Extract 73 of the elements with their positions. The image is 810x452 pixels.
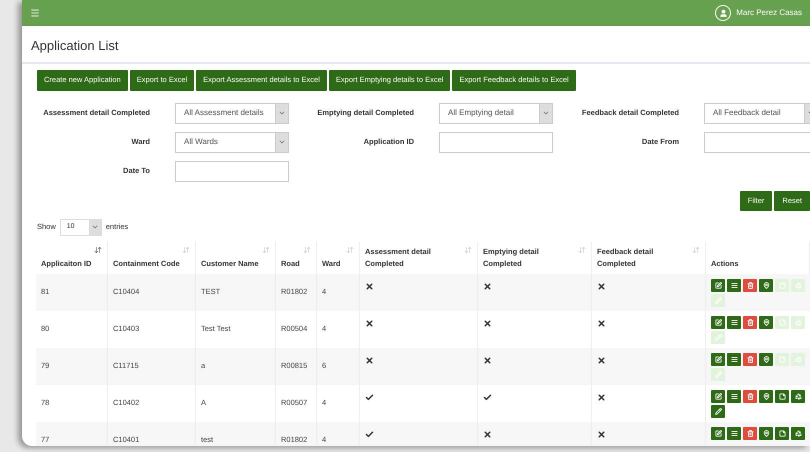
map-button[interactable] [759, 316, 773, 328]
edit-button[interactable] [711, 390, 725, 402]
trash-icon [746, 392, 754, 400]
dropdown[interactable]: All Assessment details [175, 102, 289, 124]
trash-icon [746, 318, 754, 326]
dropdown[interactable]: All Wards [175, 132, 289, 152]
list-icon [730, 282, 738, 288]
list-icon [730, 318, 738, 326]
note-icon [778, 318, 786, 326]
note-button[interactable] [775, 390, 789, 402]
pencil-button[interactable] [711, 404, 725, 418]
page-title: Application List [31, 37, 120, 55]
map-button[interactable] [759, 278, 773, 292]
edit-button[interactable] [711, 352, 725, 366]
delete-button[interactable] [743, 278, 757, 292]
user-avatar-icon[interactable] [715, 5, 732, 21]
note-icon [778, 356, 786, 362]
details-button[interactable] [727, 352, 741, 366]
recycle-icon [794, 318, 802, 326]
input-field[interactable] [175, 160, 289, 182]
recycle-icon [794, 282, 802, 288]
map-pin-icon [762, 392, 770, 400]
note-icon [778, 282, 786, 288]
dropdown[interactable]: All Feedback detail [704, 102, 810, 124]
map-button[interactable] [759, 352, 773, 366]
input-field[interactable] [704, 132, 810, 152]
chevron-down-icon [90, 223, 99, 231]
map-pin-icon [762, 282, 770, 288]
list-icon [730, 392, 738, 400]
pencil-icon [714, 370, 722, 378]
note-button[interactable] [775, 426, 789, 440]
delete-button[interactable] [743, 352, 757, 366]
map-button[interactable] [759, 390, 773, 402]
edit-icon [714, 392, 722, 400]
chevron-down-icon [278, 138, 286, 146]
chevron-down-icon [542, 109, 550, 117]
trash-icon [746, 282, 754, 288]
map-button[interactable] [759, 426, 773, 440]
input-field[interactable] [439, 132, 553, 152]
pencil-icon [714, 296, 722, 304]
trash-icon [746, 430, 754, 436]
recycle-icon [794, 392, 802, 400]
list-icon [730, 356, 738, 362]
list-icon [730, 430, 738, 436]
pencil-icon [714, 334, 722, 340]
edit-icon [714, 430, 722, 436]
recycle-icon [794, 430, 802, 436]
delete-button[interactable] [743, 316, 757, 328]
dropdown[interactable]: All Emptying detail [439, 102, 553, 124]
map-pin-icon [762, 430, 770, 436]
edit-button[interactable] [711, 316, 725, 328]
details-button[interactable] [727, 316, 741, 328]
edit-icon [714, 356, 722, 362]
chevron-down-icon [278, 109, 286, 117]
details-button[interactable] [727, 278, 741, 292]
note-icon [778, 392, 786, 400]
delete-button[interactable] [743, 426, 757, 440]
edit-icon [714, 318, 722, 326]
menu-icon[interactable] [30, 8, 40, 18]
edit-icon [714, 282, 722, 288]
map-pin-icon [762, 318, 770, 326]
recycle-button[interactable] [791, 426, 805, 440]
recycle-button[interactable] [791, 390, 805, 402]
edit-button[interactable] [711, 278, 725, 292]
trash-icon [746, 356, 754, 362]
pencil-icon [714, 408, 722, 414]
note-icon [778, 430, 786, 436]
edit-button[interactable] [711, 426, 725, 440]
map-pin-icon [762, 356, 770, 362]
details-button[interactable] [727, 426, 741, 440]
delete-button[interactable] [743, 390, 757, 402]
details-button[interactable] [727, 390, 741, 402]
recycle-icon [794, 356, 802, 362]
